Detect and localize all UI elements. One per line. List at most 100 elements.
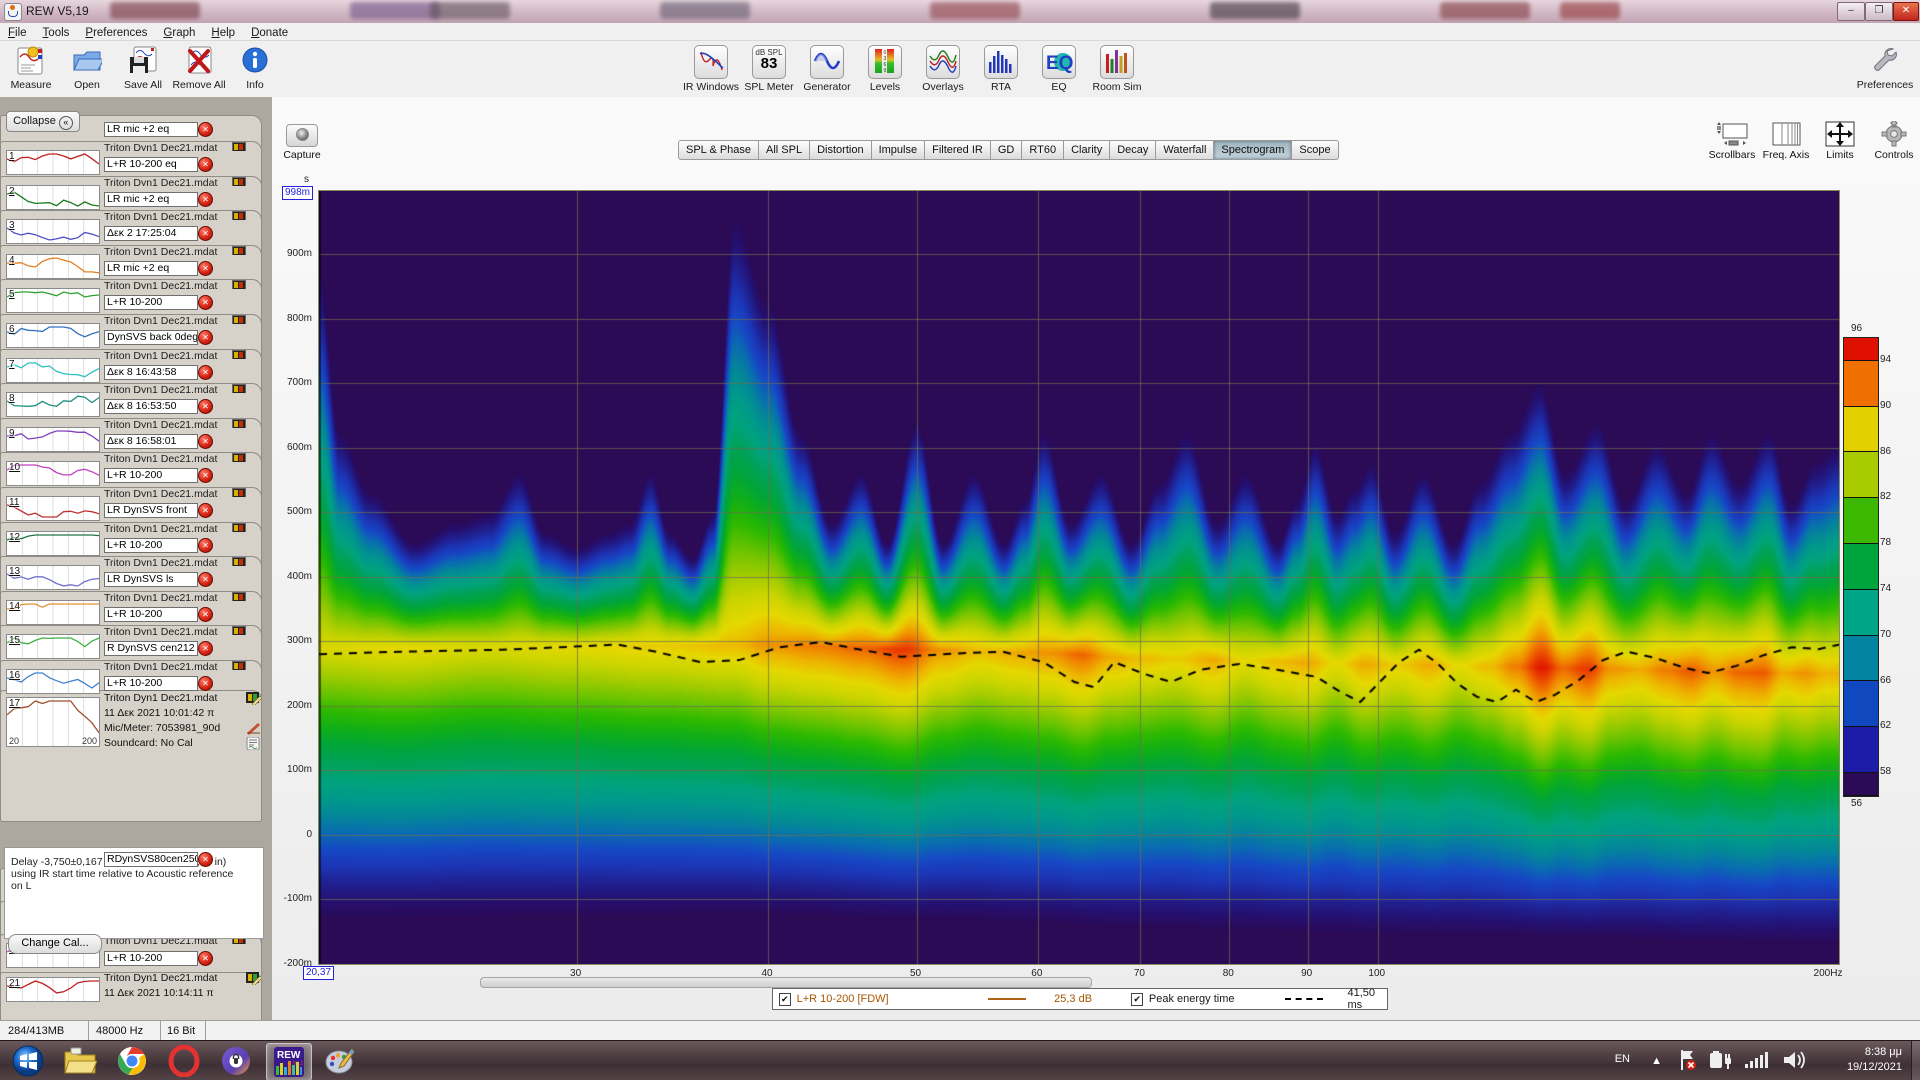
preferences-button[interactable]: Preferences: [1856, 44, 1914, 96]
delete-measurement-button[interactable]: [198, 572, 213, 587]
horizontal-scrollbar[interactable]: [480, 977, 1092, 988]
room-sim-button[interactable]: Room Sim: [1088, 44, 1146, 96]
measurement-thumbnail[interactable]: 16: [6, 669, 100, 694]
measurement-thumbnail[interactable]: 7: [6, 358, 100, 383]
tray-expand-arrow-icon[interactable]: ▲: [1651, 1055, 1662, 1067]
save-all-button[interactable]: Save All: [114, 44, 172, 96]
tab-waterfall[interactable]: Waterfall: [1156, 140, 1214, 160]
taskbar-clock[interactable]: 8:38 μμ 19/12/2021: [1847, 1045, 1902, 1075]
selected-measurement-thumbnail[interactable]: 1720200: [6, 697, 100, 747]
trace-checkbox[interactable]: ✔: [779, 993, 791, 1006]
measurement-thumbnail[interactable]: 9: [6, 427, 100, 452]
delete-measurement-button[interactable]: [198, 676, 213, 691]
mic-cal-icon[interactable]: [246, 722, 261, 735]
tab-clarity[interactable]: Clarity: [1064, 140, 1110, 160]
limits-button[interactable]: Limits: [1812, 121, 1868, 167]
language-indicator[interactable]: EN: [1615, 1053, 1630, 1065]
measurement-thumbnail[interactable]: 3: [6, 219, 100, 244]
menu-preferences[interactable]: Preferences: [77, 25, 155, 41]
measurement-name-input[interactable]: LR mic +2 eq: [104, 261, 198, 276]
measurement-thumbnail[interactable]: 1: [6, 150, 100, 175]
measurement-thumbnail[interactable]: 21: [6, 977, 100, 1002]
delete-measurement-button[interactable]: [198, 261, 213, 276]
measurement-name-input[interactable]: Δεκ 8 16:58:01: [104, 434, 198, 449]
volume-icon[interactable]: [1782, 1050, 1808, 1073]
y-axis-max-input[interactable]: 998m: [282, 186, 313, 200]
measurement-name-input[interactable]: LR DynSVS front: [104, 503, 198, 518]
capture-button[interactable]: Capture: [280, 124, 324, 166]
battery-icon[interactable]: [1708, 1050, 1732, 1073]
open-button[interactable]: Open: [58, 44, 116, 96]
edit-notes-icon[interactable]: [246, 972, 261, 985]
maximize-button[interactable]: ❐: [1865, 2, 1893, 21]
tab-scope[interactable]: Scope: [1292, 140, 1338, 160]
measurement-name-input[interactable]: Δεκ 2 17:25:04: [104, 226, 198, 241]
scrollbars-button[interactable]: Scrollbars: [1704, 121, 1760, 167]
taskbar-app-rew[interactable]: REWV5.1: [266, 1043, 312, 1080]
levels-button[interactable]: 0369Levels: [856, 44, 914, 96]
remove-all-button[interactable]: Remove All: [170, 44, 228, 96]
delete-measurement-button[interactable]: [198, 192, 213, 207]
taskbar-app-opera[interactable]: [162, 1043, 206, 1079]
x-axis-min-input[interactable]: 20,37: [303, 966, 334, 980]
measurement-name-input[interactable]: LR DynSVS ls: [104, 572, 198, 587]
delete-measurement-button[interactable]: [198, 434, 213, 449]
spectrogram-canvas[interactable]: [319, 191, 1839, 964]
measurement-name-input[interactable]: L+R 10-200: [104, 676, 198, 691]
menu-help[interactable]: Help: [203, 25, 243, 41]
tab-spl-phase[interactable]: SPL & Phase: [678, 140, 759, 160]
measurement-name-input[interactable]: RDynSVS80cen250: [104, 852, 198, 867]
delete-measurement-button[interactable]: [198, 503, 213, 518]
change-cal-button[interactable]: Change Cal...: [8, 934, 102, 954]
tab-gd[interactable]: GD: [991, 140, 1023, 160]
start-button[interactable]: [6, 1043, 50, 1079]
measurement-thumbnail[interactable]: 4: [6, 254, 100, 279]
tab-distortion[interactable]: Distortion: [810, 140, 871, 160]
network-signal-icon[interactable]: [1744, 1051, 1768, 1072]
taskbar-app-chrome[interactable]: [110, 1043, 154, 1079]
delete-measurement-button[interactable]: [198, 295, 213, 310]
measurement-thumbnail[interactable]: 15: [6, 634, 100, 659]
tab-all-spl[interactable]: All SPL: [759, 140, 810, 160]
measurement-name-input[interactable]: LR mic +2 eq: [104, 122, 198, 137]
rta-button[interactable]: RTA: [972, 44, 1030, 96]
measurement-name-input[interactable]: Δεκ 8 16:43:58: [104, 365, 198, 380]
measure-button[interactable]: Measure: [2, 44, 60, 96]
minimize-button[interactable]: –: [1837, 2, 1865, 21]
delete-measurement-button[interactable]: [198, 852, 213, 867]
measurement-thumbnail[interactable]: 5: [6, 288, 100, 313]
delete-measurement-button[interactable]: [198, 951, 213, 966]
measurement-name-input[interactable]: L+R 10-200: [104, 951, 198, 966]
soundcard-cal-icon[interactable]: [246, 737, 261, 750]
delete-measurement-button[interactable]: [198, 607, 213, 622]
measurement-name-input[interactable]: L+R 10-200 eq: [104, 157, 198, 172]
delete-measurement-button[interactable]: [198, 641, 213, 656]
tab-decay[interactable]: Decay: [1110, 140, 1156, 160]
delete-measurement-button[interactable]: [198, 365, 213, 380]
measurement-name-input[interactable]: L+R 10-200: [104, 538, 198, 553]
tab-impulse[interactable]: Impulse: [872, 140, 926, 160]
delete-measurement-button[interactable]: [198, 157, 213, 172]
measurement-thumbnail[interactable]: 6: [6, 323, 100, 348]
taskbar-app-secure-browser[interactable]: [214, 1043, 258, 1079]
measurement-thumbnail[interactable]: 11: [6, 496, 100, 521]
title-bar[interactable]: REW V5,19 – ❐ ✕: [0, 0, 1920, 24]
close-button[interactable]: ✕: [1893, 2, 1919, 21]
generator-button[interactable]: Generator: [798, 44, 856, 96]
freq-axis-button[interactable]: Freq. Axis: [1758, 121, 1814, 167]
measurement-thumbnail[interactable]: 12: [6, 531, 100, 556]
overlays-button[interactable]: Overlays: [914, 44, 972, 96]
measurement-name-input[interactable]: LR mic +2 eq: [104, 192, 198, 207]
controls-button[interactable]: Controls: [1866, 121, 1920, 167]
edit-notes-icon[interactable]: [246, 692, 261, 705]
eq-button[interactable]: EQEQ: [1030, 44, 1088, 96]
measurement-name-input[interactable]: DynSVS back 0deg: [104, 330, 198, 345]
menu-tools[interactable]: Tools: [35, 25, 78, 41]
measurement-name-input[interactable]: L+R 10-200: [104, 295, 198, 310]
menu-donate[interactable]: Donate: [243, 25, 296, 41]
measurement-name-input[interactable]: Δεκ 8 16:53:50: [104, 399, 198, 414]
delete-measurement-button[interactable]: [198, 538, 213, 553]
tab-spectrogram[interactable]: Spectrogram: [1214, 140, 1292, 160]
delete-measurement-button[interactable]: [198, 330, 213, 345]
delete-measurement-button[interactable]: [198, 226, 213, 241]
